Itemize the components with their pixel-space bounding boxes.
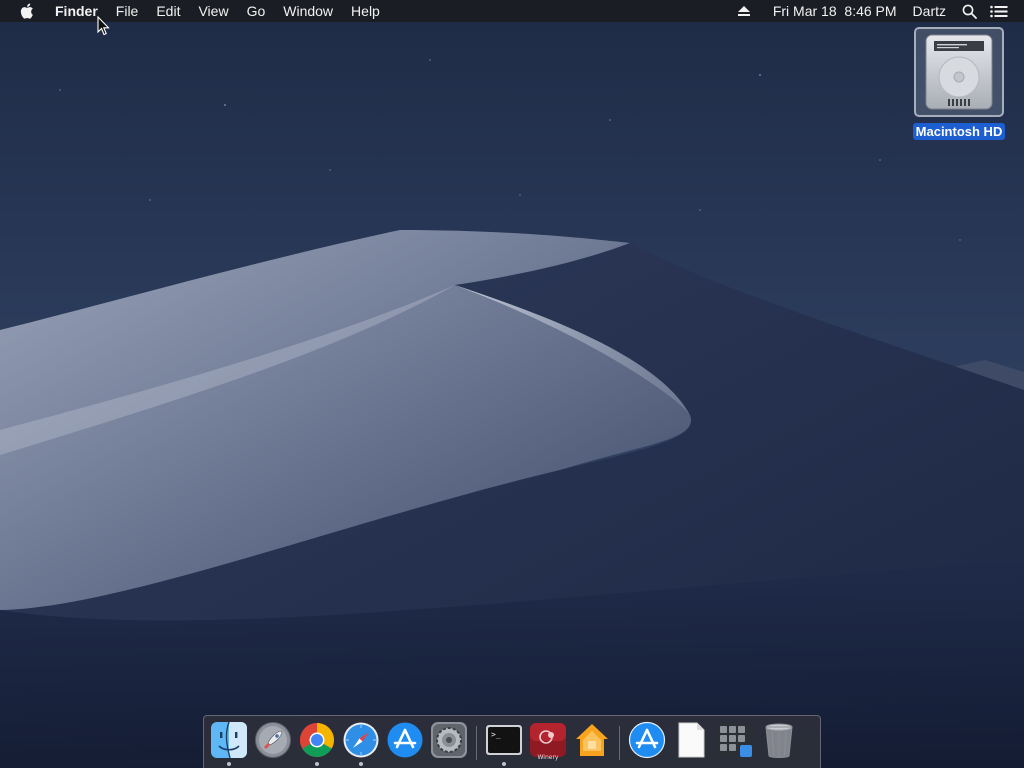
dock-applications-folder[interactable]	[715, 721, 755, 767]
menu-view[interactable]: View	[189, 0, 237, 22]
apple-logo-icon[interactable]	[18, 0, 36, 22]
running-indicator	[359, 762, 363, 766]
menu-bar-clock[interactable]: Fri Mar 18 8:46 PM	[767, 0, 903, 22]
document-icon	[678, 722, 705, 758]
dock-winery[interactable]: Winery	[528, 721, 568, 767]
dock-finder[interactable]	[209, 721, 249, 767]
dock-launchpad[interactable]	[253, 721, 293, 767]
desktop-icon-macintosh-hd[interactable]: Macintosh HD	[909, 27, 1009, 143]
terminal-icon: >_	[486, 725, 522, 755]
running-indicator	[227, 762, 231, 766]
dock-trash[interactable]	[759, 721, 799, 767]
trash-icon	[765, 723, 793, 758]
chrome-icon	[300, 723, 334, 757]
search-icon[interactable]	[956, 0, 982, 22]
eject-icon[interactable]	[731, 0, 757, 22]
dock-document[interactable]	[671, 721, 711, 767]
dock-system-preferences[interactable]	[429, 721, 469, 767]
dock-chrome[interactable]	[297, 721, 337, 767]
finder-icon	[211, 721, 247, 759]
dock-separator	[476, 726, 477, 760]
winery-label: Winery	[537, 754, 559, 761]
dock-terminal[interactable]: >_	[484, 721, 524, 767]
menu-file[interactable]: File	[107, 0, 148, 22]
menu-window[interactable]: Window	[274, 0, 342, 22]
app-store-icon	[387, 722, 423, 758]
menu-help[interactable]: Help	[342, 0, 389, 22]
hard-drive-icon[interactable]	[914, 27, 1004, 117]
desktop-wallpaper	[0, 0, 1024, 768]
app-store-folder-icon	[628, 721, 666, 759]
running-indicator	[502, 762, 506, 766]
running-indicator	[315, 762, 319, 766]
menu-bar-user[interactable]: Dartz	[907, 0, 952, 22]
dock-separator	[619, 726, 620, 760]
apps-grid-folder-icon	[717, 723, 753, 757]
dock-home[interactable]	[572, 721, 612, 767]
mouse-cursor-icon	[97, 16, 110, 36]
launchpad-rocket-icon	[255, 722, 291, 758]
dock-app-store-folder[interactable]	[627, 721, 667, 767]
dock-app-store[interactable]	[385, 721, 425, 767]
menu-go[interactable]: Go	[238, 0, 275, 22]
system-preferences-gear-icon	[431, 722, 467, 758]
desktop-icon-label[interactable]: Macintosh HD	[912, 123, 1006, 140]
menu-edit[interactable]: Edit	[147, 0, 189, 22]
svg-text:>_: >_	[491, 730, 501, 739]
safari-compass-icon	[343, 722, 379, 758]
desktop[interactable]: Finder File Edit View Go Window Help Fri…	[0, 0, 1024, 768]
dock: >_ Winery	[203, 715, 821, 768]
dock-safari[interactable]	[341, 721, 381, 767]
home-app-icon	[576, 724, 608, 756]
list-icon[interactable]	[986, 0, 1012, 22]
menu-bar: Finder File Edit View Go Window Help Fri…	[0, 0, 1024, 22]
